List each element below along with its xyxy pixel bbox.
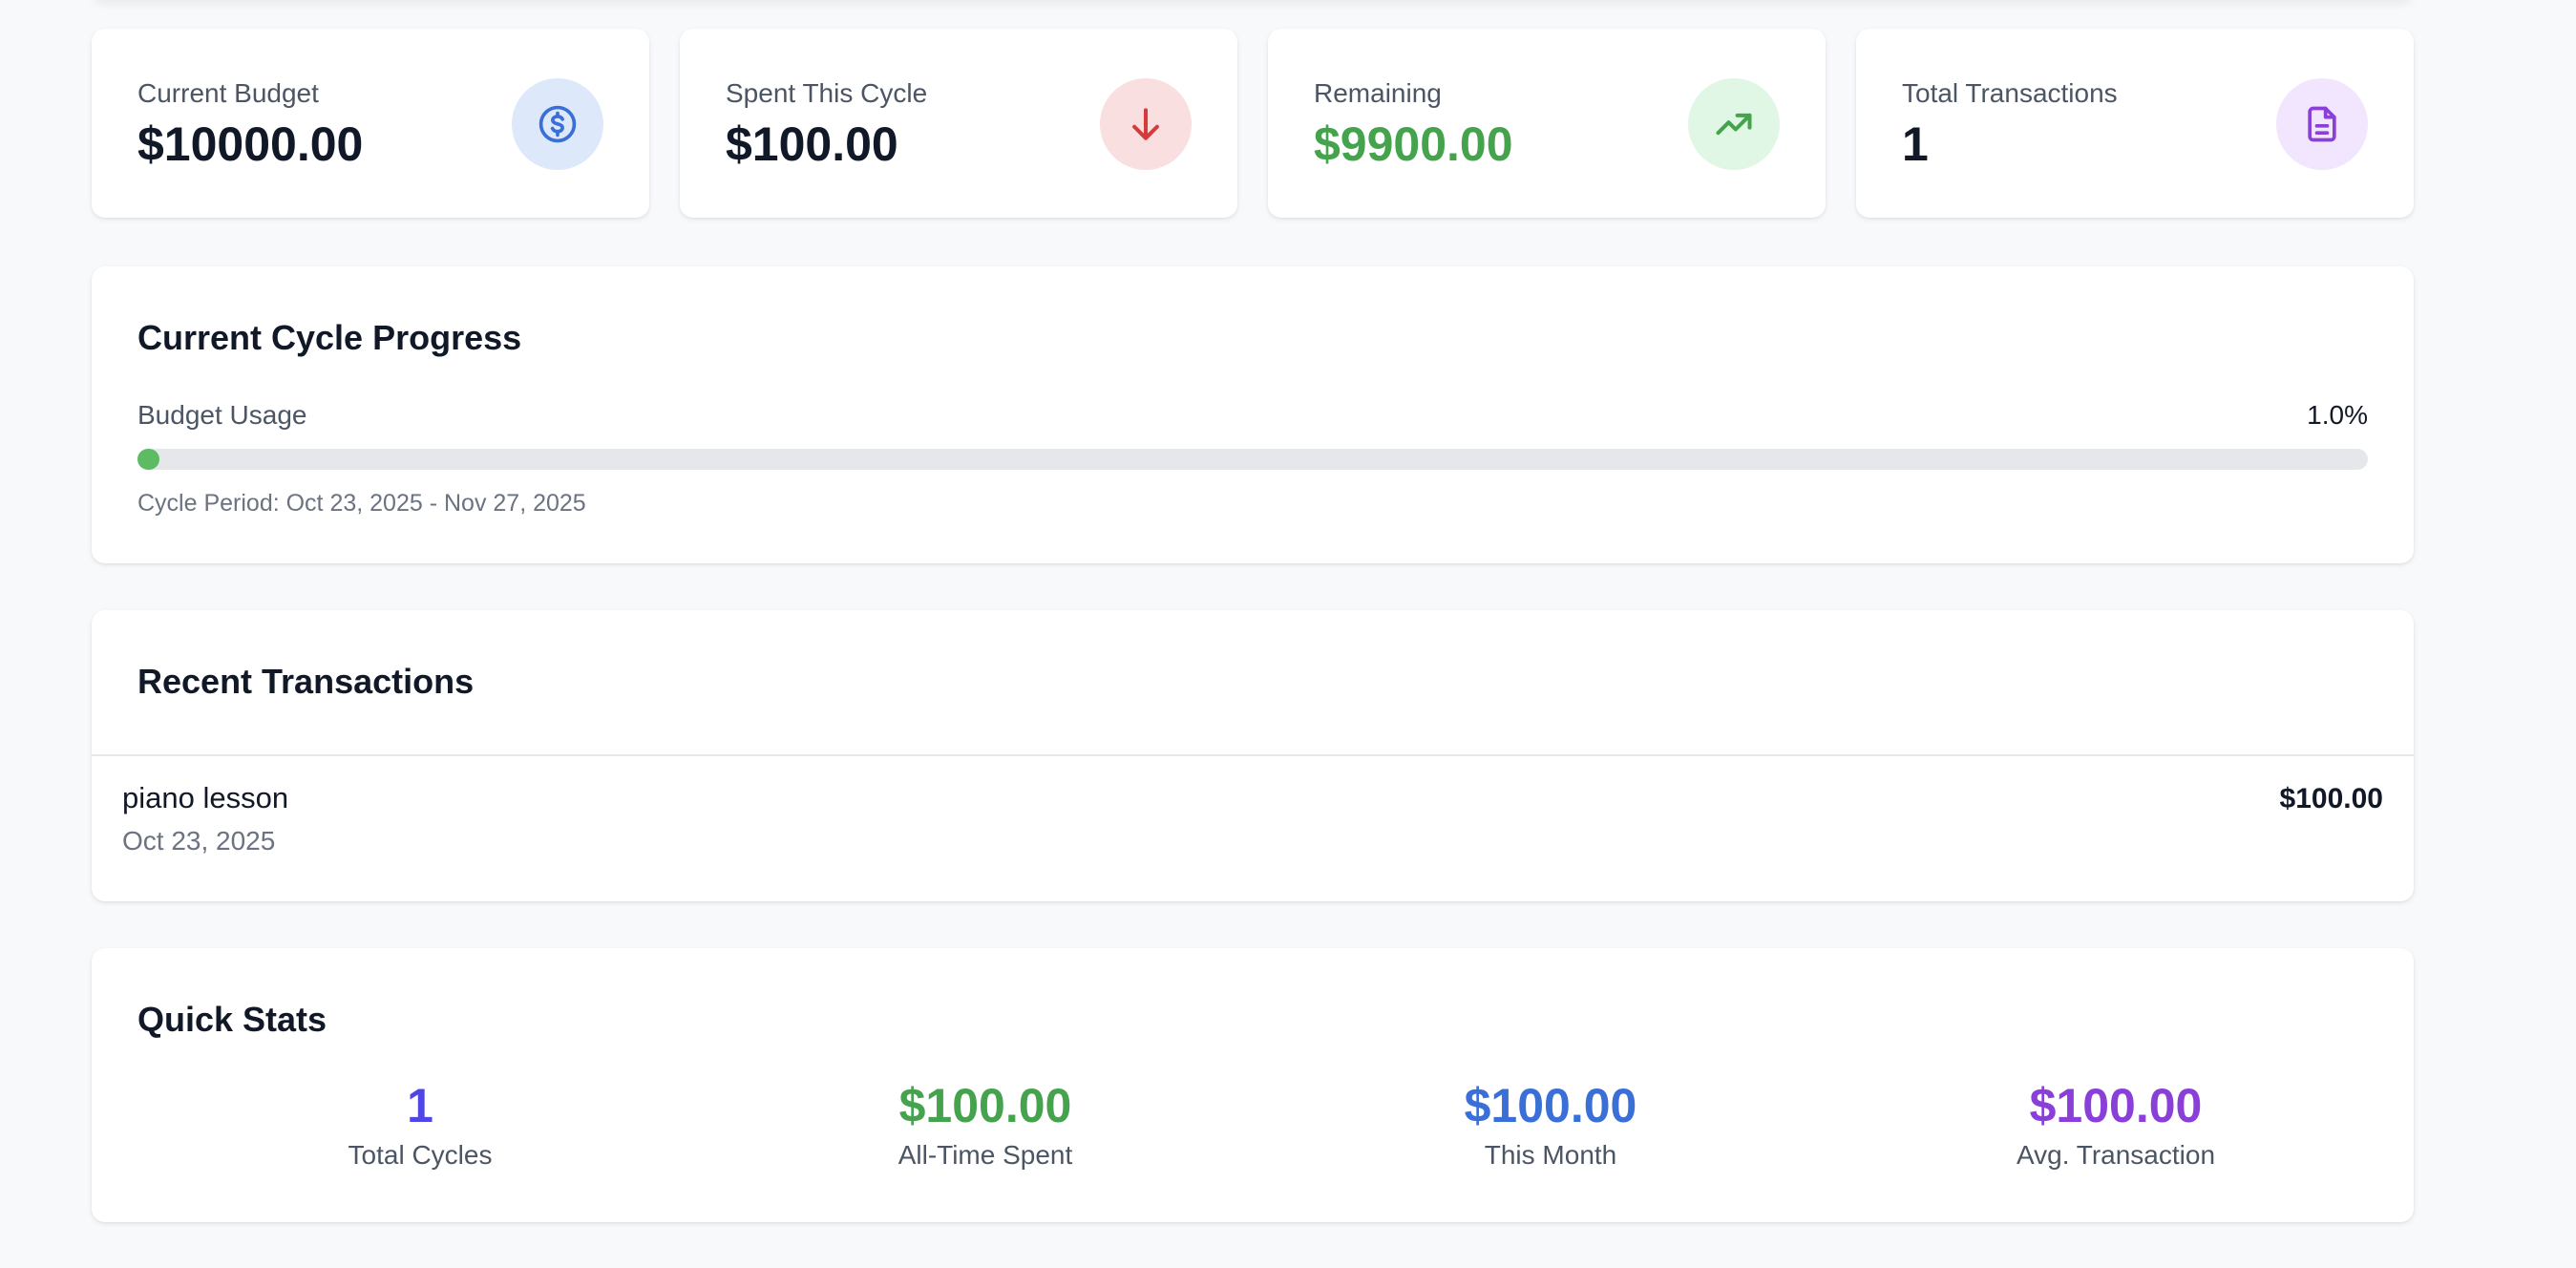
budget-progress-bar — [137, 449, 2368, 470]
arrow-down-icon — [1100, 78, 1192, 170]
quick-stat-value: $100.00 — [2029, 1079, 2203, 1132]
stat-card-remaining: Remaining $9900.00 — [1268, 29, 1826, 218]
quick-stat-label: This Month — [1484, 1140, 1617, 1170]
quick-stats-card: Quick Stats 1 Total Cycles $100.00 All-T… — [92, 948, 2414, 1222]
document-icon — [2276, 78, 2368, 170]
quick-stat-value: $100.00 — [1464, 1079, 1637, 1132]
stat-label: Current Budget — [137, 78, 319, 108]
quick-stat-label: Avg. Transaction — [2016, 1140, 2216, 1170]
quick-stat-all-time-spent: $100.00 All-Time Spent — [703, 1080, 1268, 1171]
quick-stat-value: $100.00 — [898, 1079, 1072, 1132]
quick-stat-label: Total Cycles — [348, 1140, 493, 1170]
transaction-amount: $100.00 — [2279, 783, 2383, 814]
stat-label: Spent This Cycle — [726, 78, 928, 108]
dollar-circle-icon — [512, 78, 603, 170]
stat-card-current-budget: Current Budget $10000.00 — [92, 29, 649, 218]
transaction-date: Oct 23, 2025 — [122, 826, 276, 856]
quick-stat-label: All-Time Spent — [897, 1140, 1073, 1170]
section-title: Quick Stats — [137, 1000, 327, 1039]
section-title: Current Cycle Progress — [137, 318, 522, 357]
quick-stat-this-month: $100.00 This Month — [1268, 1080, 1833, 1171]
budget-usage-label: Budget Usage — [137, 400, 307, 430]
transaction-row[interactable]: piano lesson Oct 23, 2025 $100.00 — [92, 756, 2414, 899]
stat-card-total-transactions: Total Transactions 1 — [1856, 29, 2414, 218]
stat-value: $9900.00 — [1314, 117, 1513, 171]
cycle-period: Cycle Period: Oct 23, 2025 - Nov 27, 202… — [137, 490, 586, 517]
stat-value: 1 — [1902, 117, 1929, 171]
budget-usage-percent: 1.0% — [2307, 400, 2368, 430]
section-title: Recent Transactions — [137, 662, 475, 701]
quick-stat-value: 1 — [407, 1079, 433, 1132]
recent-transactions-card: Recent Transactions piano lesson Oct 23,… — [92, 610, 2414, 901]
budget-progress-fill — [137, 449, 160, 470]
trending-up-icon — [1688, 78, 1780, 170]
stat-card-spent-this-cycle: Spent This Cycle $100.00 — [680, 29, 1237, 218]
transaction-description: piano lesson — [122, 781, 289, 814]
quick-stat-total-cycles: 1 Total Cycles — [137, 1080, 703, 1171]
quick-stat-avg-transaction: $100.00 Avg. Transaction — [1833, 1080, 2398, 1171]
stat-value: $100.00 — [726, 117, 898, 171]
stat-label: Remaining — [1314, 78, 1442, 108]
stat-value: $10000.00 — [137, 117, 364, 171]
stat-label: Total Transactions — [1902, 78, 2118, 108]
cycle-progress-card: Current Cycle Progress Budget Usage 1.0%… — [92, 266, 2414, 563]
